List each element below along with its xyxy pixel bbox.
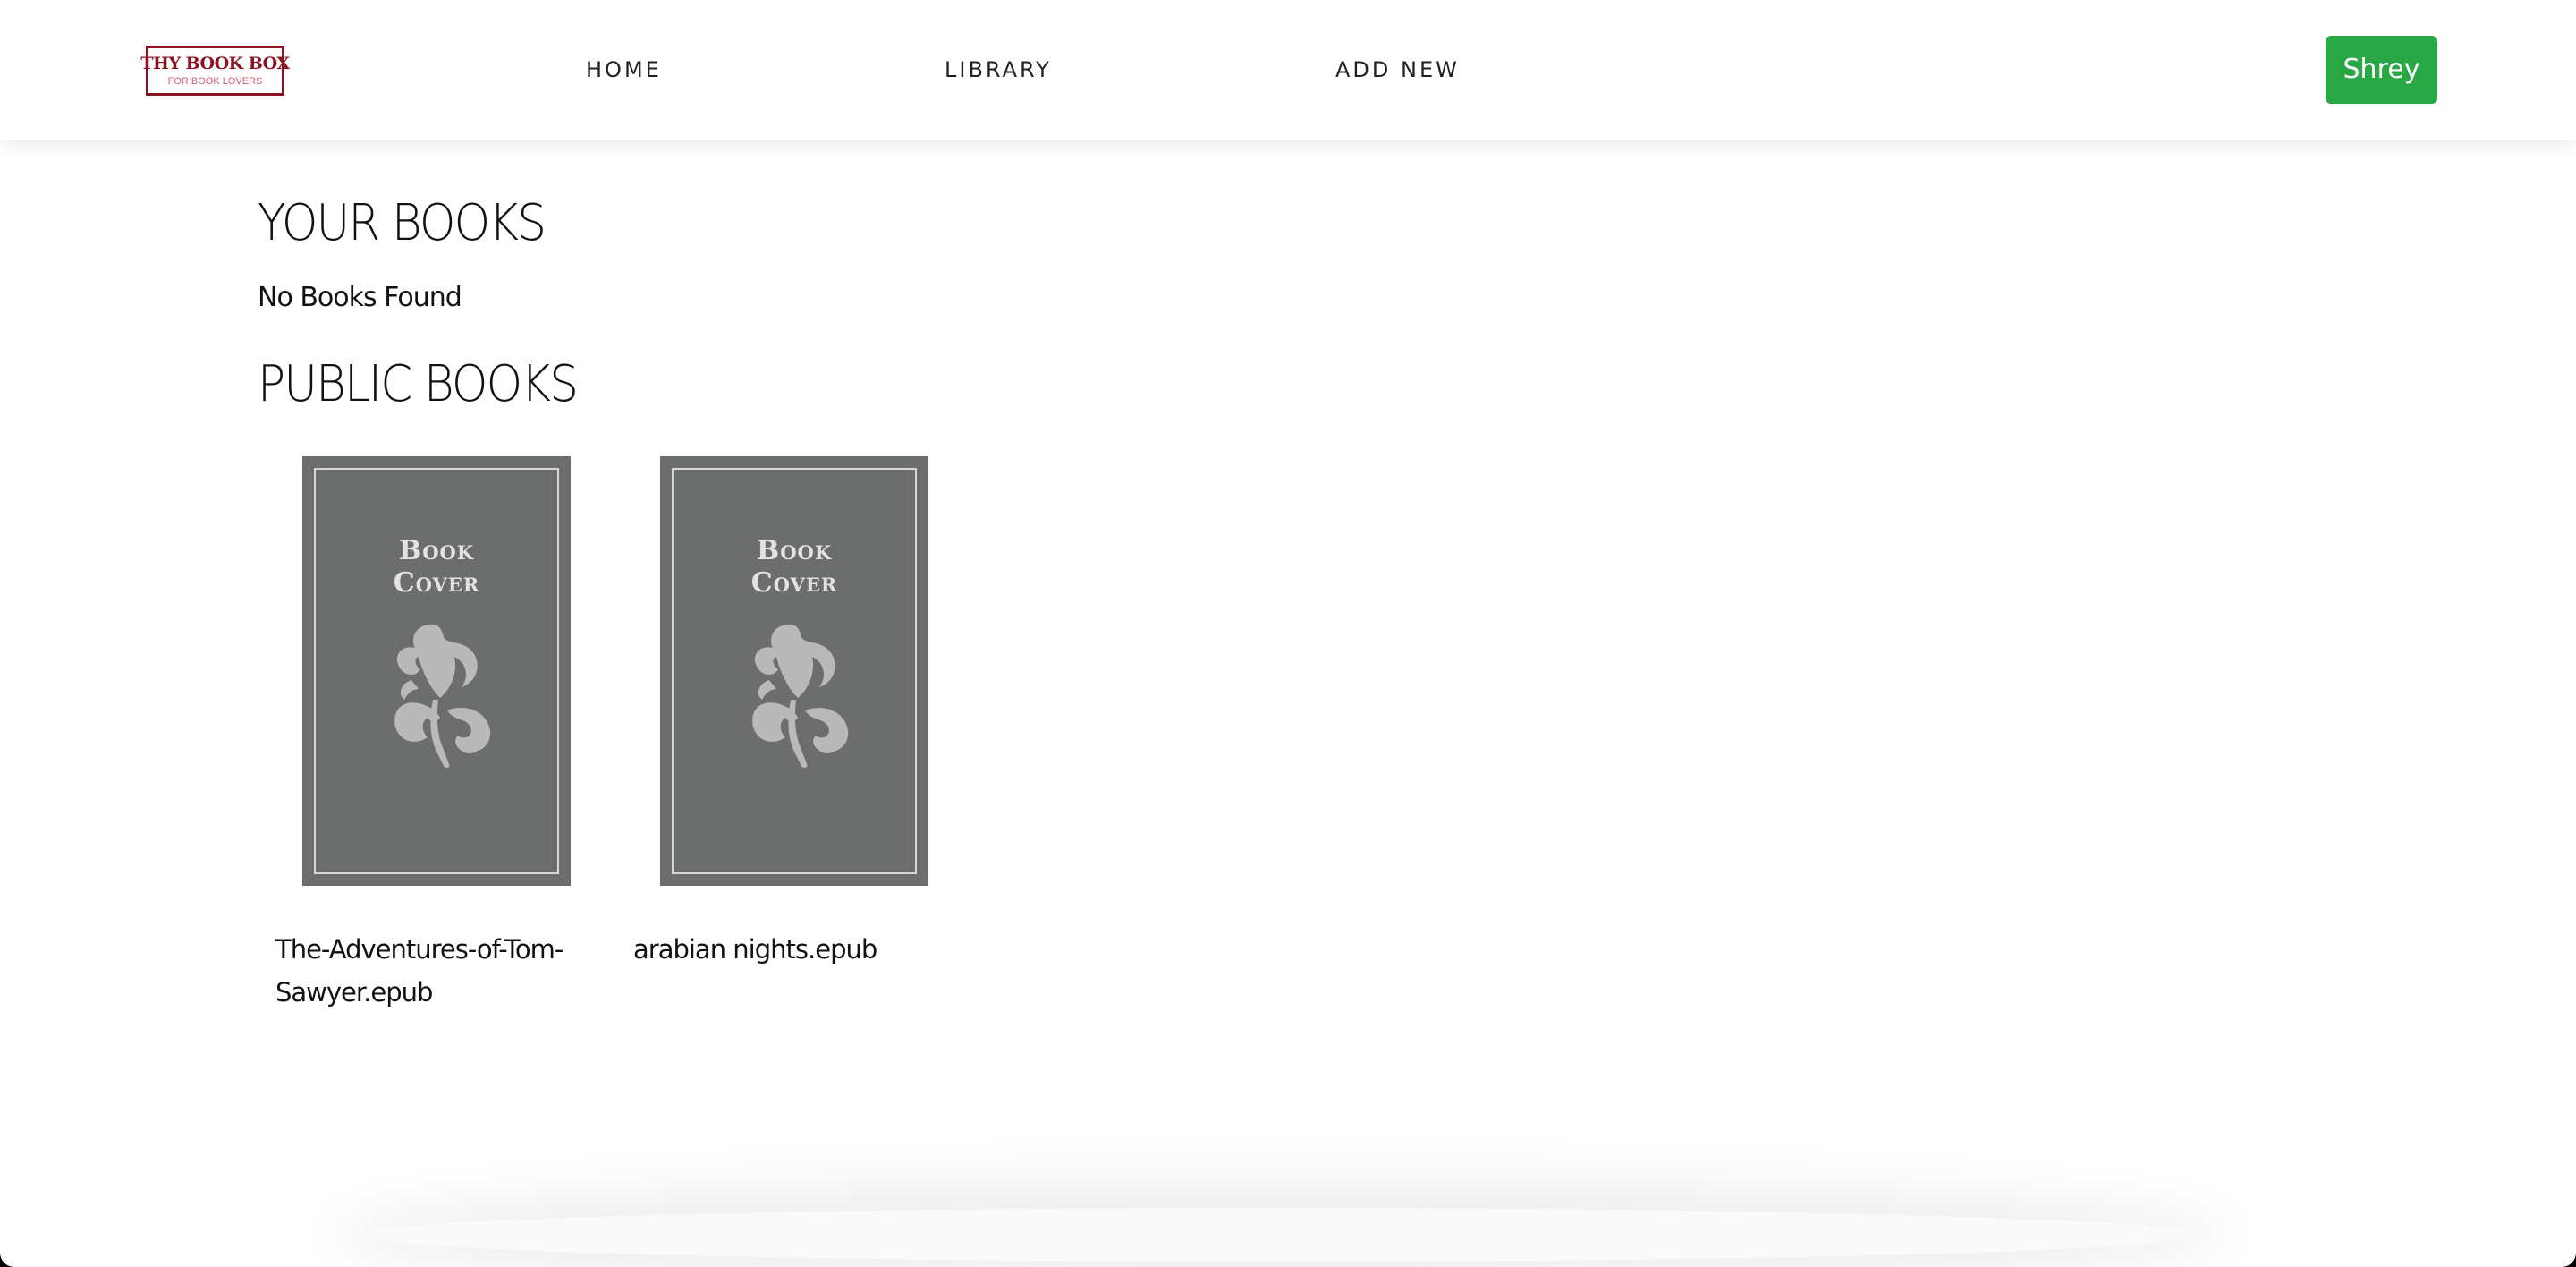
cover-title: Book Cover bbox=[660, 535, 928, 599]
window-corner-left bbox=[0, 1238, 29, 1267]
cover-title-line-2: Cover bbox=[393, 567, 480, 599]
leaf-ornament-icon bbox=[752, 624, 849, 769]
leaf-ornament-icon bbox=[394, 624, 491, 769]
window-corner-right bbox=[2547, 1238, 2576, 1267]
book-cover[interactable]: Book Cover bbox=[660, 456, 928, 886]
cover-title: Book Cover bbox=[302, 535, 571, 599]
public-books-heading: PUBLIC BOOKS bbox=[258, 355, 579, 413]
cover-title-line-1: Book bbox=[398, 535, 475, 566]
book-title[interactable]: The-Adventures-of-Tom-Sawyer.epub bbox=[275, 928, 580, 1014]
logo-title: THY BOOK BOX bbox=[140, 54, 290, 73]
user-menu-button[interactable]: Shrey bbox=[2326, 36, 2437, 104]
logo-subtitle: FOR BOOK LOVERS bbox=[167, 76, 263, 87]
page: THY BOOK BOX FOR BOOK LOVERS HOME LIBRAR… bbox=[0, 0, 2576, 1267]
your-books-heading: YOUR BOOKS bbox=[258, 194, 547, 252]
nav-library-link[interactable]: LIBRARY bbox=[945, 55, 1052, 84]
nav-home-link[interactable]: HOME bbox=[586, 55, 662, 84]
nav-add-new-link[interactable]: ADD NEW bbox=[1335, 55, 1460, 84]
navbar: THY BOOK BOX FOR BOOK LOVERS HOME LIBRAR… bbox=[0, 0, 2576, 140]
no-books-message: No Books Found bbox=[258, 282, 462, 313]
cover-title-line-2: Cover bbox=[750, 567, 838, 599]
book-title[interactable]: arabian nights.epub bbox=[633, 928, 937, 971]
cover-title-line-1: Book bbox=[756, 535, 833, 566]
footer-shadow bbox=[358, 1208, 2200, 1262]
logo[interactable]: THY BOOK BOX FOR BOOK LOVERS bbox=[140, 46, 290, 96]
book-cover[interactable]: Book Cover bbox=[302, 456, 571, 886]
